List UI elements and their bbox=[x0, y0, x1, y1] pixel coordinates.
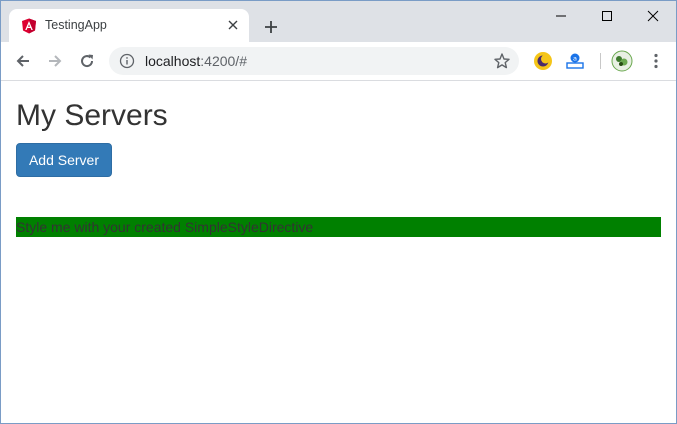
minimize-icon bbox=[556, 15, 566, 17]
arrow-right-icon bbox=[49, 55, 62, 67]
url-path: :4200/# bbox=[200, 53, 247, 69]
back-button[interactable] bbox=[11, 49, 35, 73]
page-title: My Servers bbox=[16, 99, 168, 132]
new-tab-button[interactable] bbox=[259, 15, 283, 39]
url-text: localhost:4200/# bbox=[145, 53, 247, 69]
browser-menu-button[interactable] bbox=[646, 50, 666, 72]
avatar-extension-icon[interactable] bbox=[611, 50, 633, 72]
svg-text:a: a bbox=[573, 55, 577, 63]
more-vert-icon bbox=[654, 53, 658, 69]
tab-testingapp[interactable]: TestingApp bbox=[9, 9, 249, 42]
minimize-button[interactable] bbox=[538, 1, 584, 31]
close-tab-icon[interactable] bbox=[225, 17, 241, 33]
browser-toolbar: localhost:4200/# a bbox=[1, 42, 676, 81]
page-content: My Servers Add Server Style me with your… bbox=[1, 81, 676, 423]
forward-button[interactable] bbox=[43, 49, 67, 73]
reload-icon bbox=[81, 54, 94, 68]
bookmark-star-icon[interactable] bbox=[493, 52, 511, 70]
arrow-left-icon bbox=[16, 55, 29, 67]
tab-strip: TestingApp bbox=[1, 1, 676, 42]
tab-title: TestingApp bbox=[45, 18, 107, 32]
url-host: localhost bbox=[145, 53, 201, 69]
simple-style-directive-paragraph: Style me with your created SimpleStyleDi… bbox=[16, 217, 661, 237]
address-bar[interactable]: localhost:4200/# bbox=[109, 47, 519, 75]
translate-extension-icon[interactable]: a bbox=[564, 50, 586, 72]
maximize-button[interactable] bbox=[584, 1, 630, 31]
add-server-button[interactable]: Add Server bbox=[16, 143, 112, 177]
close-window-button[interactable] bbox=[630, 1, 676, 31]
moon-extension-icon[interactable] bbox=[532, 50, 554, 72]
maximize-icon bbox=[602, 11, 612, 21]
angular-logo-icon bbox=[21, 18, 37, 34]
info-icon[interactable] bbox=[119, 53, 135, 69]
toolbar-separator bbox=[600, 53, 601, 69]
plus-icon bbox=[265, 21, 277, 33]
close-icon bbox=[647, 10, 659, 22]
browser-window: TestingApp localhost:4200/# a My Servers… bbox=[0, 0, 677, 424]
reload-button[interactable] bbox=[75, 49, 99, 73]
